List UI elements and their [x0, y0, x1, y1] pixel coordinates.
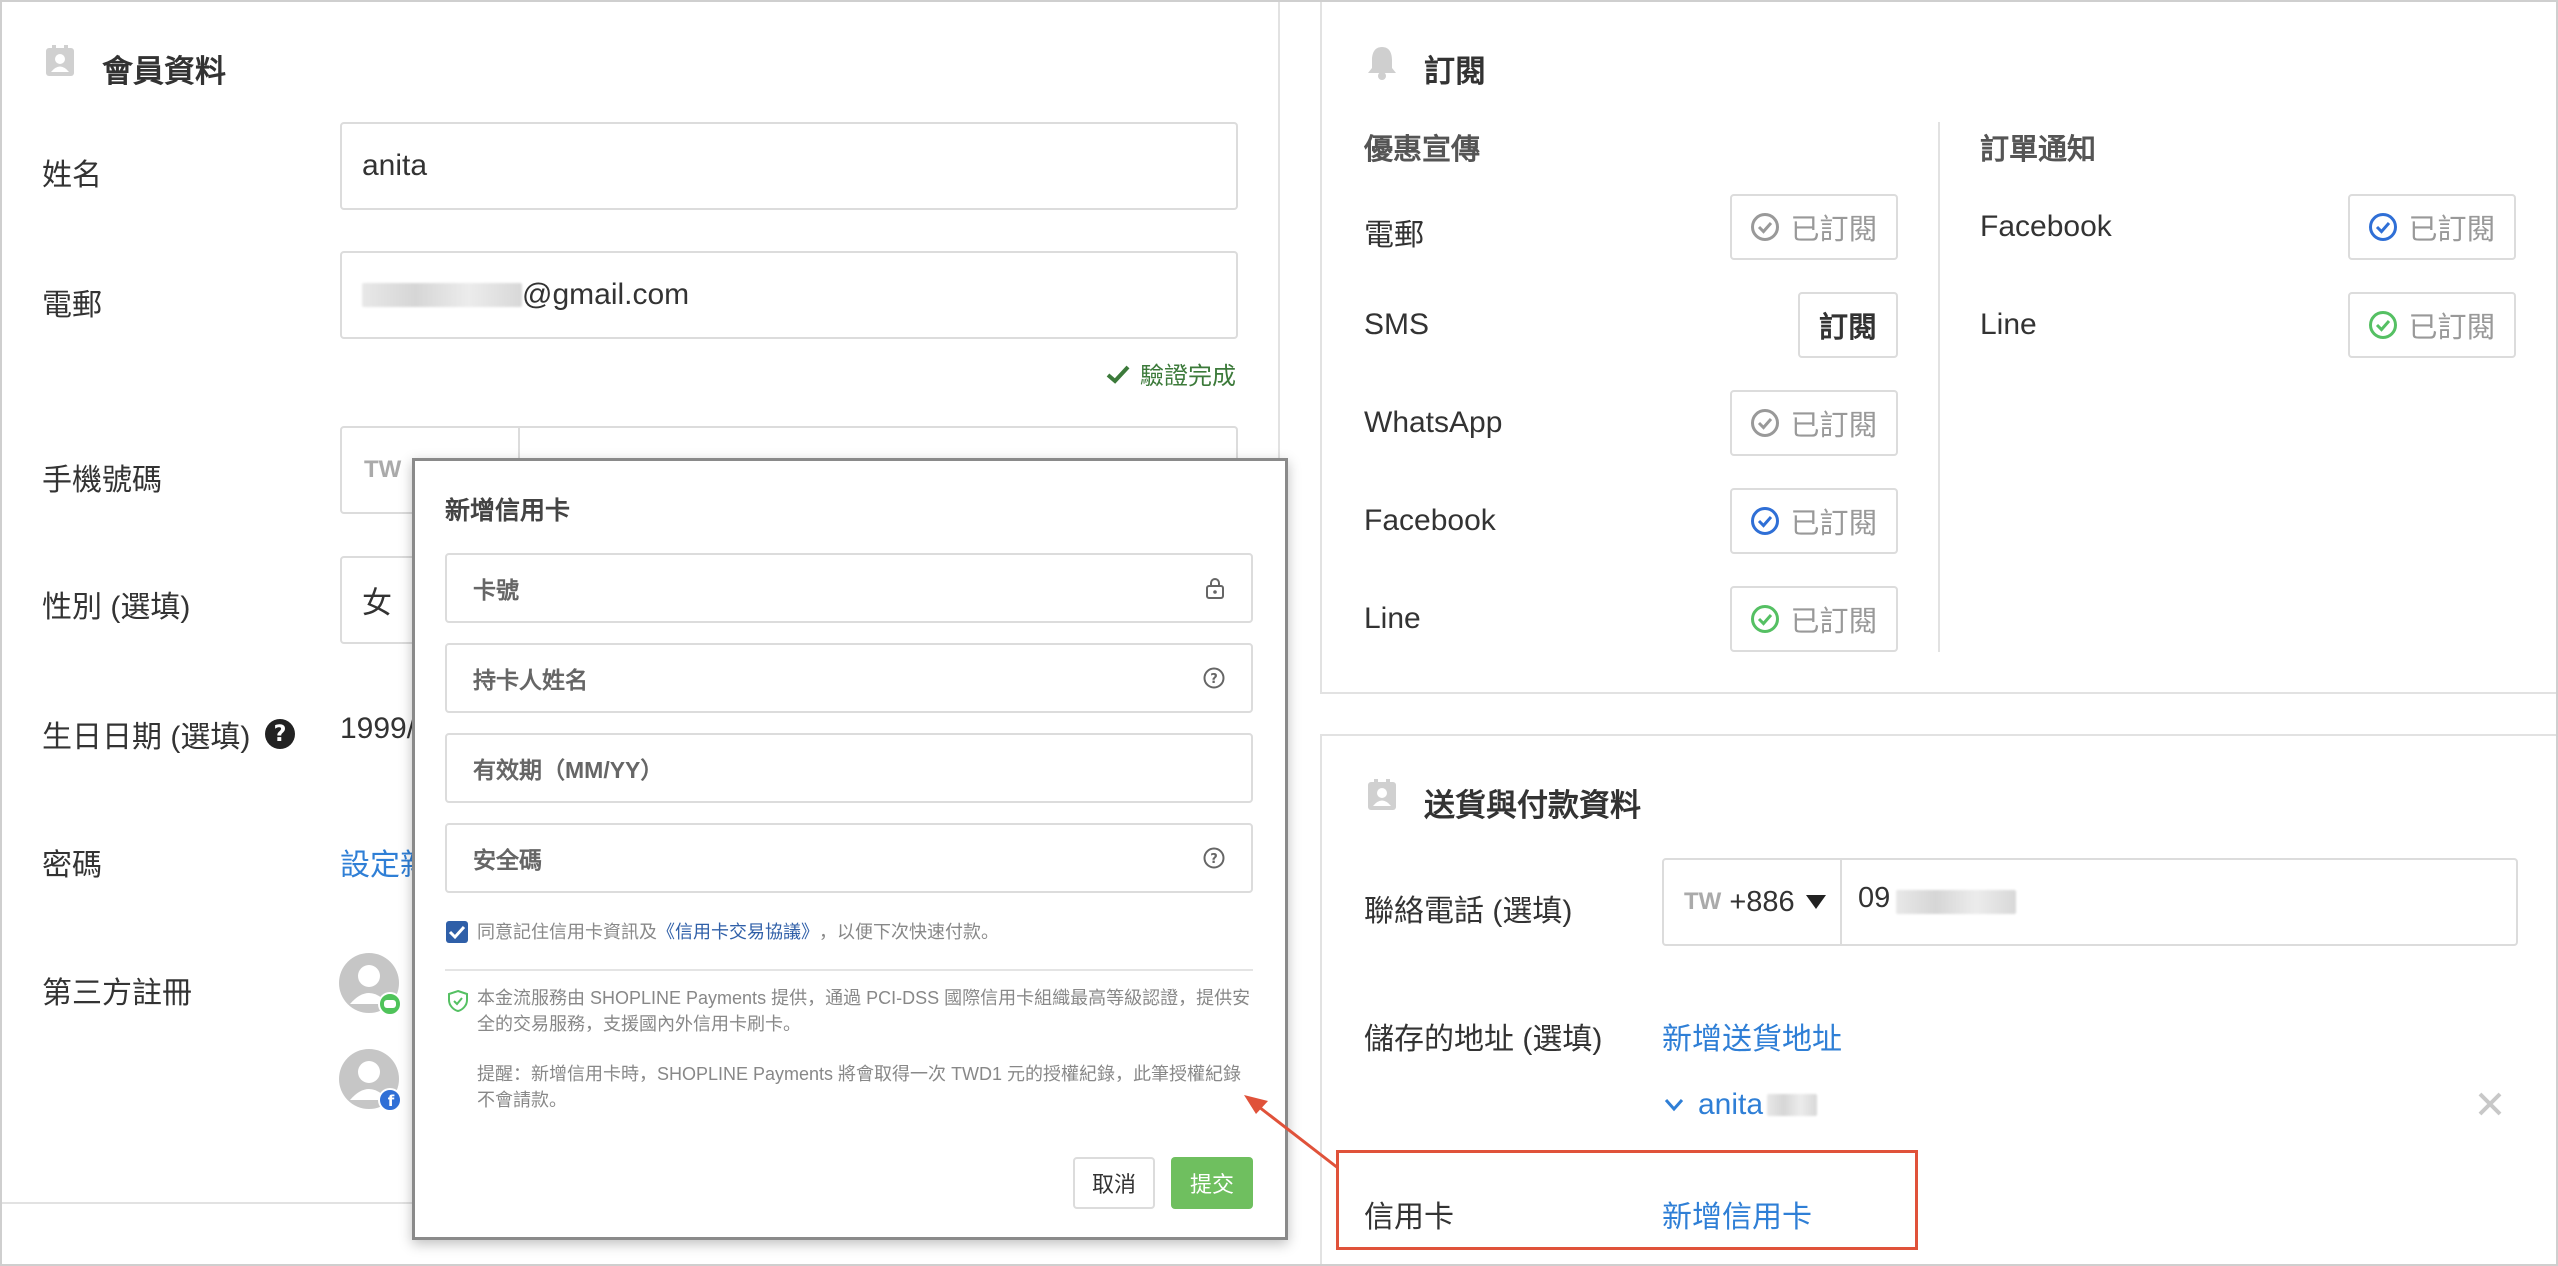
address-name-redacted	[1767, 1094, 1818, 1116]
address-name: anita	[1698, 1088, 1764, 1121]
svg-text:?: ?	[1210, 852, 1218, 867]
card-agreement-link[interactable]: 《信用卡交易協議》	[657, 919, 819, 945]
name-input[interactable]: anita	[340, 122, 1238, 210]
credit-card-highlight-box	[1336, 1150, 1918, 1250]
column-divider	[1938, 122, 1940, 652]
contact-phone-code: +886	[1729, 885, 1795, 918]
contact-phone-divider	[1840, 860, 1842, 944]
chevron-down-icon[interactable]	[1664, 1098, 1684, 1112]
contact-phone-input[interactable]: TW +886 09	[1662, 858, 2518, 946]
card-holder-placeholder: 持卡人姓名	[473, 667, 588, 693]
address-item[interactable]: anita	[1664, 1088, 1818, 1122]
check-circle-icon	[1751, 409, 1780, 437]
order-facebook-label: Facebook	[1980, 210, 2112, 243]
remember-card-checkbox[interactable]	[445, 920, 469, 944]
check-circle-icon	[2369, 311, 2398, 339]
card-number-input[interactable]: 卡號	[445, 553, 1253, 623]
email-label: 電郵	[42, 289, 102, 322]
add-address-link[interactable]: 新增送貨地址	[1662, 1014, 1842, 1058]
card-expiry-input[interactable]: 有效期（MM/YY）	[445, 733, 1253, 803]
contact-phone-value: 09	[1858, 882, 1891, 914]
check-circle-icon	[1751, 605, 1780, 633]
name-value: anita	[362, 149, 428, 182]
subscription-panel: 訂閱 優惠宣傳 訂單通知 電郵 已訂閱 SMS 訂閱 WhatsApp 已訂閱 …	[1320, 0, 2558, 694]
caret-down-icon[interactable]	[1805, 894, 1827, 910]
check-circle-icon	[1751, 213, 1780, 241]
birthday-label: 生日日期 (選填)	[42, 721, 251, 754]
birthday-label-wrap: 生日日期 (選填) ?	[42, 712, 296, 756]
contact-phone-label: 聯絡電話 (選填)	[1364, 895, 1573, 928]
bell-icon	[1368, 47, 1396, 80]
svg-text:?: ?	[274, 722, 287, 747]
line-account-avatar	[338, 952, 402, 1016]
gender-label: 性別 (選填)	[42, 591, 191, 624]
svg-text:f: f	[388, 1092, 395, 1110]
third-party-label: 第三方註冊	[42, 977, 192, 1010]
order-facebook-subscribe-button[interactable]: 已訂閱	[2348, 194, 2516, 260]
modal-title: 新增信用卡	[445, 497, 571, 525]
order-header: 訂單通知	[1980, 134, 2097, 166]
help-icon[interactable]: ?	[264, 718, 296, 750]
delivery-title: 送貨與付款資料	[1424, 788, 1641, 823]
password-label: 密碼	[42, 849, 102, 882]
promo-line-label: Line	[1364, 602, 1421, 635]
user-avatar-icon: f	[339, 1049, 402, 1112]
card-number-placeholder: 卡號	[473, 577, 519, 603]
promo-email-subscribe-button[interactable]: 已訂閱	[1730, 194, 1898, 260]
gender-value: 女	[362, 587, 392, 620]
promo-facebook-subscribe-button[interactable]: 已訂閱	[1730, 488, 1898, 554]
question-circle-icon[interactable]: ?	[1203, 847, 1225, 869]
promo-line-subscribe-button[interactable]: 已訂閱	[1730, 586, 1898, 652]
check-circle-icon	[2369, 213, 2398, 241]
cancel-button[interactable]: 取消	[1073, 1157, 1155, 1209]
remember-suffix: ，以便下次快速付款。	[819, 922, 999, 942]
contact-phone-redacted	[1896, 890, 2016, 914]
add-credit-card-modal: 新增信用卡 卡號 持卡人姓名 ? 有效期（MM/YY） 安全碼 ? 同意記住信用…	[412, 458, 1288, 1240]
check-circle-icon	[1751, 507, 1780, 535]
promo-header: 優惠宣傳	[1364, 134, 1481, 166]
subscription-title: 訂閱	[1424, 54, 1486, 89]
remember-prefix: 同意記住信用卡資訊及	[477, 922, 657, 942]
question-circle-icon[interactable]: ?	[1203, 667, 1225, 689]
contact-card-icon	[1368, 779, 1396, 810]
order-line-label: Line	[1980, 308, 2037, 341]
email-redacted	[362, 283, 522, 307]
promo-email-label: 電郵	[1364, 219, 1424, 252]
card-holder-input[interactable]: 持卡人姓名 ?	[445, 643, 1253, 713]
email-verified-status: 驗證完成	[1106, 356, 1236, 391]
shield-icon	[448, 989, 468, 1013]
email-suffix: @gmail.com	[522, 278, 690, 311]
order-line-subscribe-button[interactable]: 已訂閱	[2348, 292, 2516, 358]
remember-card-row: 同意記住信用卡資訊及 《信用卡交易協議》 ，以便下次快速付款。	[445, 919, 999, 945]
promo-sms-subscribe-button[interactable]: 訂閱	[1798, 292, 1898, 358]
member-section-title: 會員資料	[102, 54, 226, 89]
security-note: 本金流服務由 SHOPLINE Payments 提供，通過 PCI-DSS 國…	[477, 988, 1251, 1034]
name-label: 姓名	[42, 159, 102, 192]
submit-button[interactable]: 提交	[1171, 1157, 1253, 1209]
contact-card-icon	[46, 45, 74, 76]
close-icon[interactable]	[2476, 1090, 2504, 1118]
card-cvv-input[interactable]: 安全碼 ?	[445, 823, 1253, 893]
promo-whatsapp-label: WhatsApp	[1364, 406, 1503, 439]
lock-icon	[1206, 578, 1224, 599]
verified-text: 驗證完成	[1140, 363, 1236, 390]
promo-whatsapp-subscribe-button[interactable]: 已訂閱	[1730, 390, 1898, 456]
modal-divider	[445, 969, 1253, 971]
saved-address-label: 儲存的地址 (選填)	[1364, 1023, 1603, 1056]
contact-phone-country: TW	[1684, 888, 1722, 915]
promo-facebook-label: Facebook	[1364, 504, 1496, 537]
phone-country: TW	[364, 456, 402, 483]
card-expiry-placeholder: 有效期（MM/YY）	[473, 757, 664, 783]
svg-text:?: ?	[1210, 672, 1218, 687]
check-icon	[1106, 365, 1130, 384]
user-avatar-icon	[339, 953, 402, 1016]
birthday-value: 1999/	[340, 712, 416, 745]
promo-sms-label: SMS	[1364, 308, 1430, 341]
reminder-note: 提醒：新增信用卡時，SHOPLINE Payments 將會取得一次 TWD1 …	[477, 1064, 1242, 1110]
facebook-account-avatar: f	[338, 1048, 402, 1112]
email-input[interactable]: @gmail.com	[340, 251, 1238, 339]
card-cvv-placeholder: 安全碼	[473, 847, 542, 873]
phone-label: 手機號碼	[42, 464, 162, 497]
